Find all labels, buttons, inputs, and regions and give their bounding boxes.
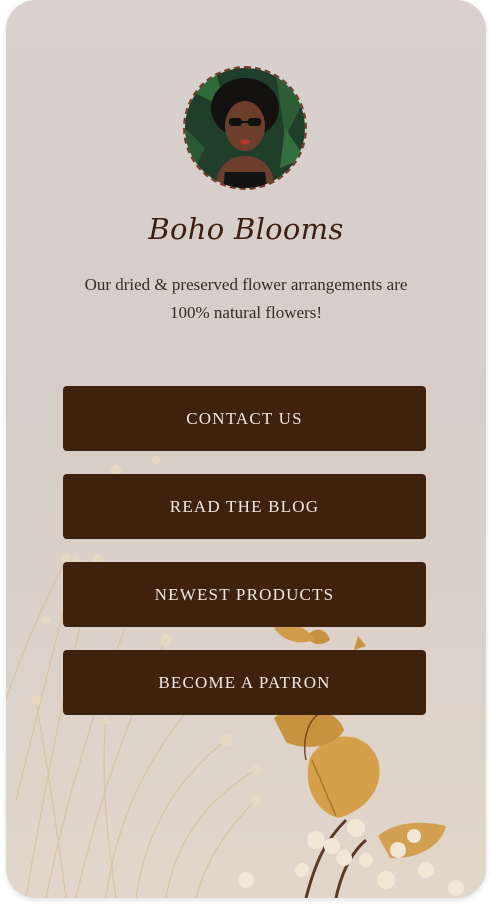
profile-card: Boho Blooms Our dried & preserved flower… bbox=[6, 0, 486, 898]
become-a-patron-button[interactable]: BECOME A PATRON bbox=[63, 650, 426, 715]
profile-photo-icon bbox=[185, 68, 305, 188]
newest-products-button[interactable]: NEWEST PRODUCTS bbox=[63, 562, 426, 627]
read-the-blog-button[interactable]: READ THE BLOG bbox=[63, 474, 426, 539]
profile-description: Our dried & preserved flower arrangement… bbox=[84, 275, 408, 322]
contact-us-button[interactable]: CONTACT US bbox=[63, 386, 426, 451]
page-title: Boho Blooms bbox=[148, 212, 344, 246]
avatar bbox=[183, 66, 307, 190]
